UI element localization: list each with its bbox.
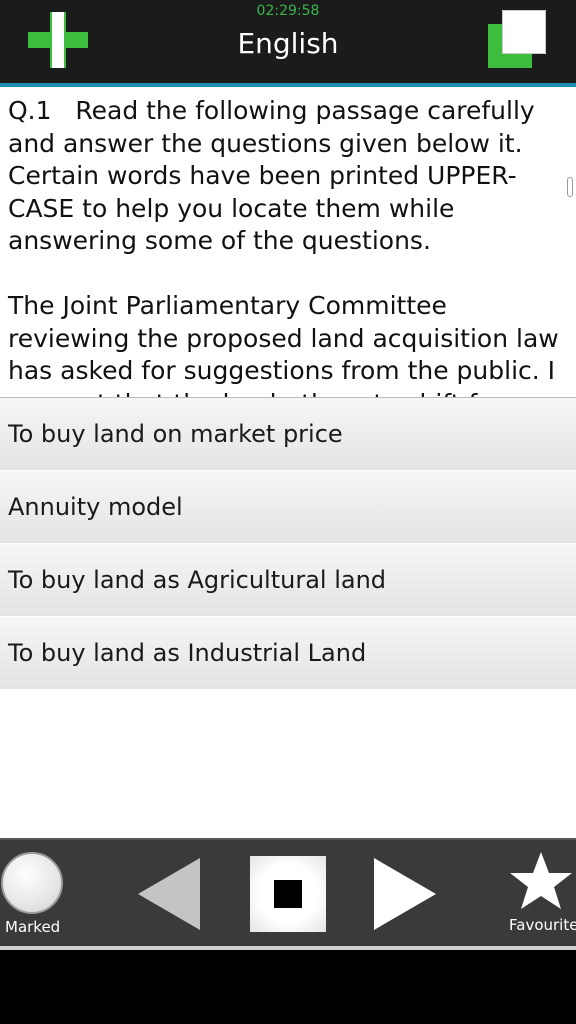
copy-icon-front bbox=[502, 10, 546, 54]
favourite-button[interactable]: Favourite bbox=[505, 850, 576, 946]
answer-option-label: To buy land on market price bbox=[8, 420, 343, 448]
answer-option-label: To buy land as Agricultural land bbox=[8, 566, 387, 594]
answer-option[interactable]: To buy land as Agricultural land bbox=[0, 544, 576, 617]
copy-button[interactable] bbox=[486, 10, 548, 70]
stop-button[interactable] bbox=[250, 856, 326, 932]
plus-icon-highlight bbox=[52, 12, 64, 68]
question-passage-text: Q.1 Read the following passage carefully… bbox=[8, 96, 559, 397]
app-header: 02:29:58 English bbox=[0, 0, 576, 83]
system-navigation-strip bbox=[0, 950, 576, 1024]
star-icon bbox=[510, 852, 572, 909]
answer-option-label: Annuity model bbox=[8, 493, 183, 521]
favourite-label: Favourite bbox=[509, 916, 576, 934]
stop-icon bbox=[274, 880, 302, 908]
answer-option[interactable]: Annuity model bbox=[0, 471, 576, 544]
scrollbar-thumb[interactable] bbox=[567, 177, 573, 197]
marked-button[interactable]: Marked bbox=[0, 852, 64, 948]
circle-icon bbox=[1, 852, 63, 914]
question-passage-scroll[interactable]: Q.1 Read the following passage carefully… bbox=[0, 87, 576, 397]
add-button[interactable] bbox=[28, 12, 88, 68]
bottom-control-bar: Marked Favourite bbox=[0, 838, 576, 946]
answer-option[interactable]: To buy land on market price bbox=[0, 398, 576, 471]
next-button[interactable] bbox=[370, 856, 438, 932]
marked-label: Marked bbox=[5, 918, 61, 936]
previous-icon bbox=[138, 858, 200, 930]
previous-button[interactable] bbox=[134, 856, 202, 932]
answer-option-label: To buy land as Industrial Land bbox=[8, 639, 367, 667]
answer-options: To buy land on market price Annuity mode… bbox=[0, 397, 576, 690]
answer-option[interactable]: To buy land as Industrial Land bbox=[0, 617, 576, 690]
next-icon bbox=[374, 858, 436, 930]
